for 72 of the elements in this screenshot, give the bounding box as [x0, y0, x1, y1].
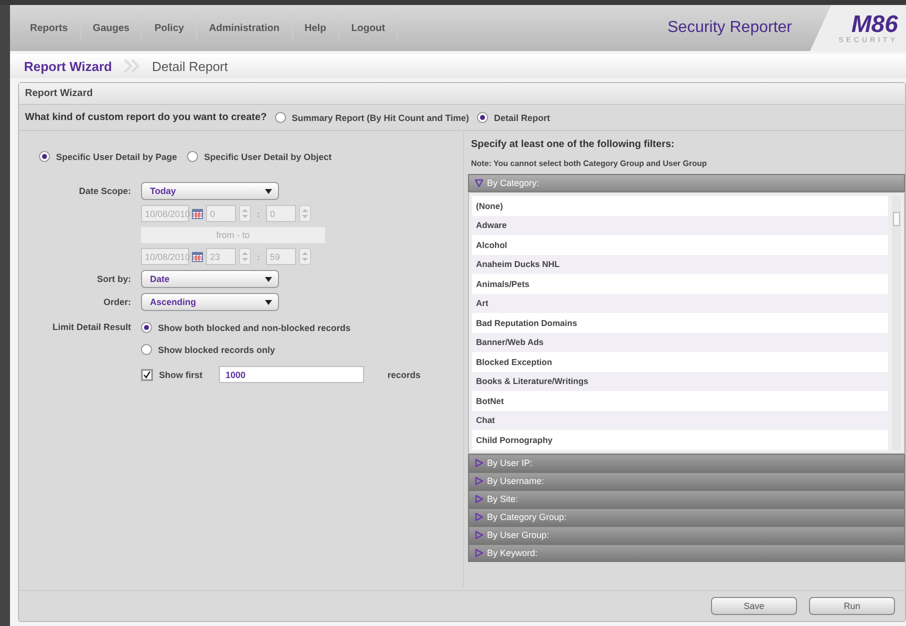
action-button[interactable]: Save	[711, 597, 797, 615]
radio-label: Specific User Detail by Page	[56, 152, 178, 162]
nav-menu-item[interactable]: Reports	[18, 15, 81, 41]
caret-icon	[265, 300, 272, 304]
records-count-field[interactable]: 1000	[218, 366, 364, 383]
breadcrumb-item[interactable]: Report Wizard	[24, 58, 112, 74]
action-button[interactable]: Run	[809, 597, 895, 615]
date-scope-dropdown[interactable]: Today	[141, 182, 279, 200]
filter-section-header[interactable]: By User Group:	[468, 526, 905, 544]
category-list-item[interactable]: Blocked Exception	[472, 352, 888, 372]
caret-icon	[265, 276, 272, 282]
radio-button[interactable]	[274, 112, 286, 123]
caret-icon	[265, 188, 272, 194]
category-list-item[interactable]: Anaheim Ducks NHL	[472, 254, 888, 274]
radio-button[interactable]	[141, 322, 152, 333]
question-text: What kind of custom report do you want to create?	[25, 112, 267, 123]
category-list-item[interactable]: (None)	[472, 196, 888, 216]
order-dropdown[interactable]: Ascending	[141, 293, 279, 311]
radio-label: Summary Report (By Hit Count and Time)	[292, 112, 470, 122]
checkbox-label: Show first	[159, 370, 203, 380]
category-list-item[interactable]: Adware	[472, 216, 888, 235]
breadcrumb-item[interactable]: Detail Report	[152, 58, 228, 74]
triangle-right-icon	[475, 530, 483, 538]
app-title: Security Reporter	[668, 19, 792, 37]
nav-menu-item[interactable]: Administration	[196, 15, 293, 41]
radio-button[interactable]	[477, 112, 488, 123]
panel-title: Report Wizard	[19, 83, 905, 105]
filter-section-header[interactable]: By Category Group:	[468, 508, 905, 526]
category-list-item[interactable]: Books & Literature/Writings	[472, 372, 888, 391]
triangle-right-icon	[475, 458, 483, 466]
radio-button[interactable]	[39, 151, 50, 162]
triangle-right-icon	[475, 548, 483, 556]
radio-label: Specific User Detail by Object	[204, 152, 332, 162]
category-list-item[interactable]: BotNet	[472, 391, 888, 410]
records-label: records	[388, 370, 421, 380]
field-label: Order:	[102, 297, 131, 307]
radio-label: Show both blocked and non-blocked records	[158, 322, 351, 332]
category-list-item[interactable]: Art	[472, 294, 888, 313]
radio-label: Detail Report	[494, 112, 550, 122]
triangle-right-icon	[475, 512, 483, 520]
filter-section-header[interactable]: By Site:	[468, 490, 905, 508]
filter-section-header[interactable]: By User IP:	[468, 454, 905, 472]
filters-heading: Specify at least one of the following filters:	[470, 139, 676, 150]
triangle-right-icon	[475, 494, 483, 502]
field-label: Date Scope:	[78, 186, 131, 196]
chevron-icon	[122, 58, 142, 74]
radio-button[interactable]	[141, 344, 152, 355]
category-list-item[interactable]: Bad Reputation Domains	[472, 313, 888, 332]
field-label: Sort by:	[96, 274, 131, 284]
filter-section-header[interactable]: By Keyword:	[468, 544, 905, 562]
filter-section-header[interactable]: By Username:	[468, 472, 905, 490]
nav-menu-item[interactable]: Help	[292, 15, 340, 41]
triangle-down-icon	[475, 179, 483, 187]
category-list-item[interactable]: Animals/Pets	[472, 274, 888, 294]
time-separator: :	[256, 252, 261, 262]
nav-menu-item[interactable]: Policy	[142, 15, 197, 41]
nav-menu-item[interactable]: Gauges	[80, 15, 142, 41]
scrollbar[interactable]	[892, 196, 901, 450]
triangle-right-icon	[475, 476, 483, 484]
time-separator: :	[256, 208, 261, 218]
field-label: Limit Detail Result	[51, 322, 131, 332]
radio-button[interactable]	[187, 151, 198, 162]
radio-label: Show blocked records only	[158, 344, 276, 354]
range-label: from - to	[141, 227, 325, 243]
filters-note: Note: You cannot select both Category Group and User Group	[471, 159, 708, 168]
checkbox[interactable]	[141, 368, 153, 380]
category-list-item[interactable]: Chat	[472, 410, 888, 430]
category-list-item[interactable]: Alcohol	[472, 235, 888, 254]
category-list-item[interactable]: Banner/Web Ads	[472, 332, 888, 352]
sort-by-dropdown[interactable]: Date	[141, 270, 279, 288]
nav-menu-item[interactable]: Logout	[339, 15, 398, 41]
category-list-item[interactable]: Child Pornography	[472, 430, 888, 450]
